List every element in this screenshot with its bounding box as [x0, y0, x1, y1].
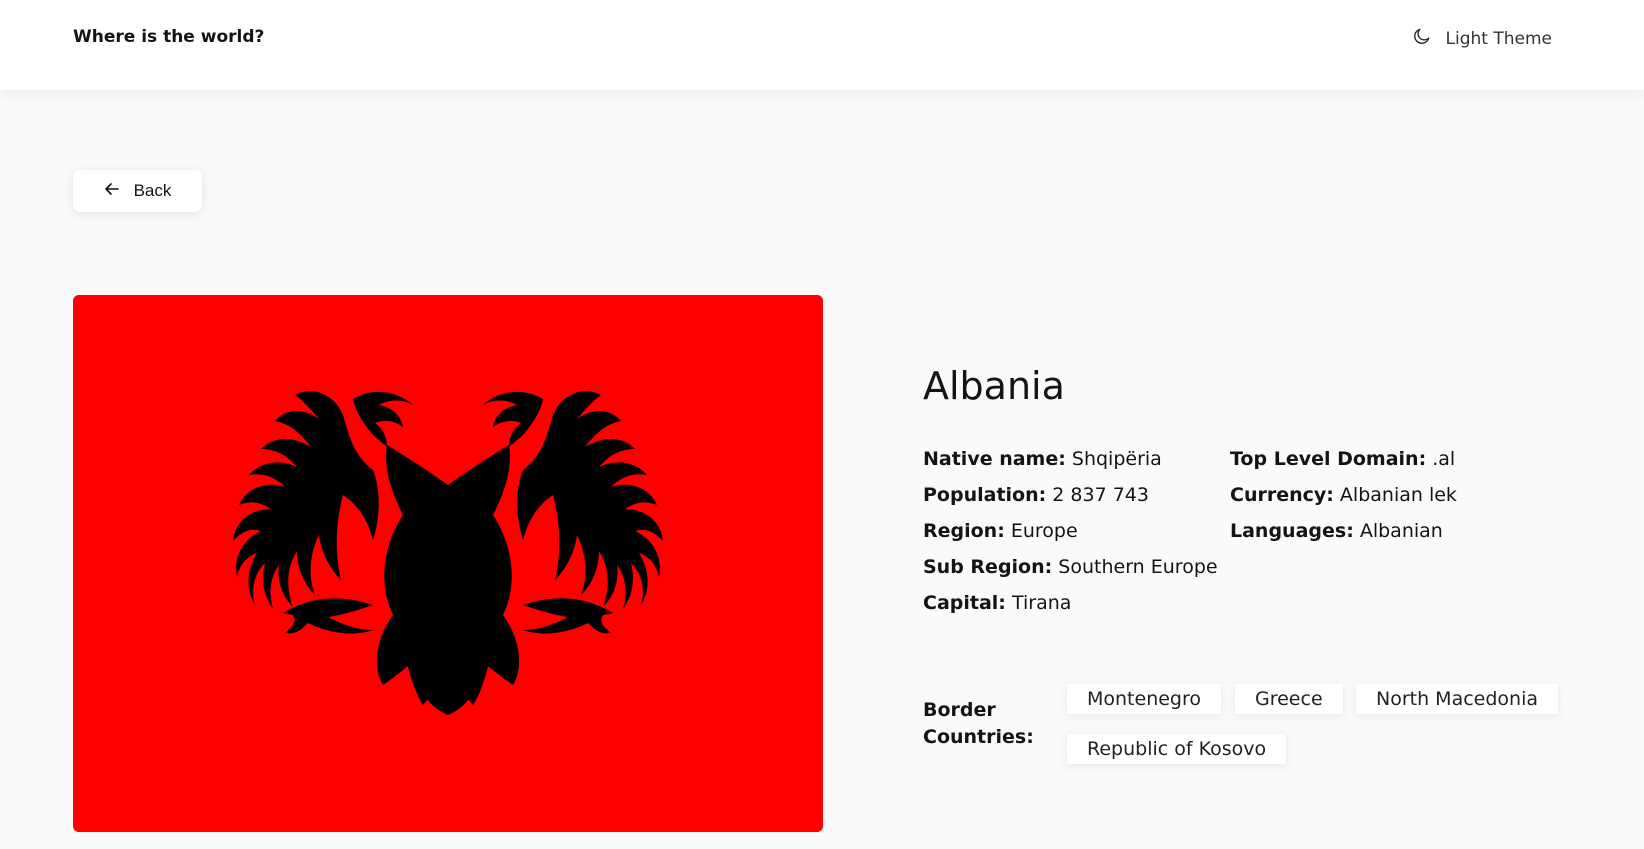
site-title[interactable]: Where is the world? — [73, 27, 264, 47]
detail-label: Languages: — [1230, 520, 1354, 542]
detail-value: Europe — [1010, 520, 1078, 542]
detail-sub-region: Sub Region: Southern Europe — [923, 556, 1218, 592]
border-countries-label: Border Countries: — [923, 699, 1034, 748]
detail-value: Shqipëria — [1071, 448, 1162, 470]
detail-value: 2 837 743 — [1052, 484, 1149, 506]
detail-label: Top Level Domain: — [1230, 448, 1427, 470]
moon-icon — [1412, 26, 1432, 51]
details-right: Top Level Domain: .al Currency: Albanian… — [1230, 448, 1457, 556]
detail-value: Tirana — [1011, 592, 1072, 614]
double-headed-eagle-emblem — [233, 391, 663, 715]
details-left: Native name: Shqipëria Population: 2 837… — [923, 448, 1218, 628]
theme-toggle-button[interactable]: Light Theme — [1412, 26, 1552, 51]
detail-languages: Languages: Albanian — [1230, 520, 1457, 556]
country-name: Albania — [923, 364, 1065, 408]
border-country-chip[interactable]: Montenegro — [1067, 684, 1222, 714]
detail-population: Population: 2 837 743 — [923, 484, 1218, 520]
detail-region: Region: Europe — [923, 520, 1218, 556]
detail-capital: Capital: Tirana — [923, 592, 1218, 628]
detail-value: Southern Europe — [1058, 556, 1218, 578]
detail-label: Currency: — [1230, 484, 1334, 506]
top-bar: Where is the world? Light Theme — [0, 0, 1644, 90]
arrow-left-icon — [104, 181, 120, 202]
detail-currency: Currency: Albanian lek — [1230, 484, 1457, 520]
detail-label: Sub Region: — [923, 556, 1053, 578]
border-country-chip[interactable]: Greece — [1235, 684, 1343, 714]
country-flag — [73, 295, 823, 832]
detail-label: Population: — [923, 484, 1047, 506]
back-button-label: Back — [133, 181, 172, 200]
detail-value: Albanian lek — [1339, 484, 1457, 506]
border-country-chip[interactable]: North Macedonia — [1356, 684, 1559, 714]
detail-value: .al — [1432, 448, 1456, 470]
border-country-chip[interactable]: Republic of Kosovo — [1067, 734, 1287, 764]
detail-label: Region: — [923, 520, 1005, 542]
theme-toggle-label: Light Theme — [1445, 28, 1552, 49]
detail-top-level-domain: Top Level Domain: .al — [1230, 448, 1457, 484]
back-button[interactable]: Back — [73, 170, 202, 212]
detail-label: Native name: — [923, 448, 1066, 470]
detail-value: Albanian — [1359, 520, 1443, 542]
detail-label: Capital: — [923, 592, 1006, 614]
detail-native-name: Native name: Shqipëria — [923, 448, 1218, 484]
